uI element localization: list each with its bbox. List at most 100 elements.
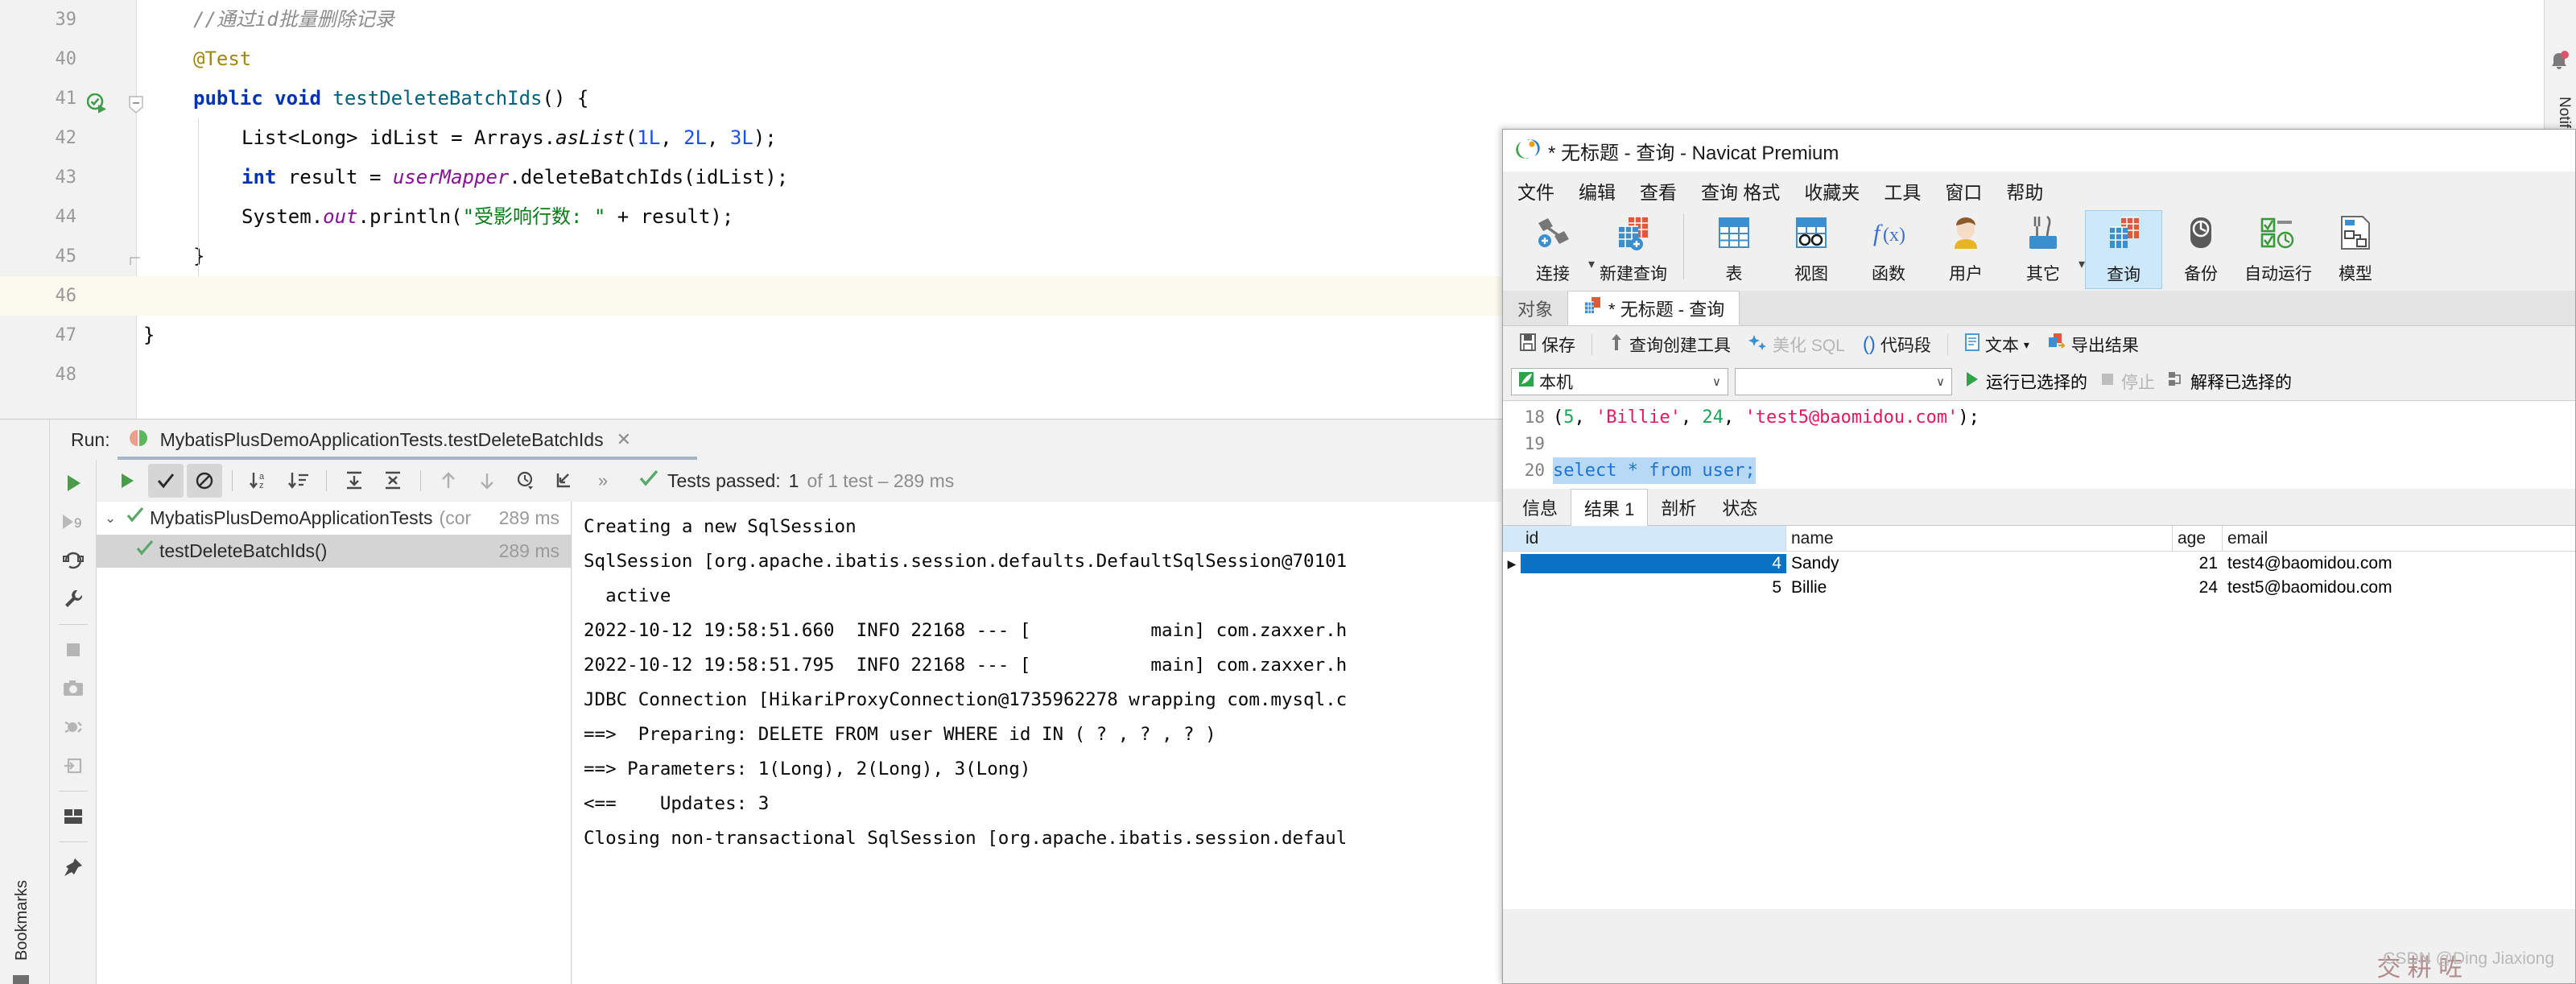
toolbar-query-button[interactable]: 查询 — [2085, 210, 2163, 289]
toolbar-backup-button[interactable]: 备份 — [2162, 210, 2240, 289]
collapse-all-button[interactable] — [375, 464, 411, 498]
run-tab-title[interactable]: MybatisPlusDemoApplicationTests.testDele… — [160, 429, 604, 451]
show-ignored-toggle[interactable] — [187, 464, 222, 498]
chevron-down-icon[interactable]: ⌄ — [105, 511, 126, 527]
sort-alphabetically-button[interactable]: az — [242, 464, 278, 498]
snippet-button[interactable]: () 代码段 — [1856, 333, 1938, 357]
export-results-button[interactable]: 导出结果 — [2041, 333, 2145, 357]
stop-icon[interactable] — [55, 631, 92, 668]
sql-editor[interactable]: 18 (5, 'Billie', 24, 'test5@baomidou.com… — [1503, 400, 2575, 489]
test-tree-row-suite[interactable]: ⌄ MybatisPlusDemoApplicationTests (cor 2… — [97, 502, 571, 535]
toolbar-automation-button[interactable]: 自动运行 — [2240, 210, 2317, 289]
cell-email[interactable]: test5@baomidou.com — [2223, 578, 2574, 597]
layout-icon[interactable] — [55, 798, 92, 835]
sort-by-duration-button[interactable] — [281, 464, 316, 498]
menu-item-file[interactable]: 文件 — [1517, 177, 1554, 205]
more-options-button[interactable]: » — [585, 464, 621, 498]
export-results-button[interactable] — [547, 464, 582, 498]
run-test-gutter-icon[interactable] — [86, 89, 108, 114]
tab-objects[interactable]: 对象 — [1503, 291, 1567, 325]
history-button[interactable] — [508, 464, 543, 498]
menu-item-query-format[interactable]: 查询 格式 — [1701, 177, 1780, 205]
column-header-name[interactable]: name — [1786, 526, 2173, 551]
rerun-auto-icon[interactable] — [55, 542, 92, 579]
show-passed-toggle[interactable] — [148, 464, 184, 498]
cell-name[interactable]: Sandy — [1786, 554, 2173, 573]
menu-item-window[interactable]: 窗口 — [1945, 177, 1982, 205]
column-header-age[interactable]: age — [2173, 526, 2223, 551]
toolbar-table-button[interactable]: 表 — [1695, 210, 1773, 289]
bell-icon[interactable] — [2549, 50, 2570, 78]
navicat-tab-row[interactable]: 对象 * 无标题 - 查询 — [1503, 291, 2575, 326]
cell-id[interactable]: 4 — [1521, 554, 1786, 573]
column-header-id[interactable]: id — [1521, 526, 1786, 551]
navicat-result-tabs[interactable]: 信息 结果 1 剖析 状态 — [1503, 489, 2575, 526]
toolbar-model-button[interactable]: 模型 — [2317, 210, 2394, 289]
test-tree-row-case[interactable]: testDeleteBatchIds() 289 ms — [97, 535, 571, 568]
tab-untitled-query[interactable]: * 无标题 - 查询 — [1567, 291, 1740, 325]
menu-item-tools[interactable]: 工具 — [1884, 177, 1921, 205]
navicat-menu-bar[interactable]: 文件 编辑 查看 查询 格式 收藏夹 工具 窗口 帮助 — [1503, 172, 2575, 210]
result-grid[interactable]: id name age email ▶ 4 Sandy 21 test4@bao… — [1503, 526, 2575, 598]
table-row[interactable]: ▶ 4 Sandy 21 test4@baomidou.com — [1503, 552, 2575, 576]
tests-passed-count: 1 — [788, 469, 799, 491]
toolbar-other-button[interactable]: 其它 — [2004, 210, 2082, 289]
toolbar-connection-button[interactable]: 连接 — [1514, 210, 1591, 289]
cell-email[interactable]: test4@baomidou.com — [2223, 554, 2574, 573]
toolbar-new-query-button[interactable]: 新建查询 — [1595, 210, 1672, 289]
toolbar-user-button[interactable]: 用户 — [1927, 210, 2004, 289]
connection-select[interactable]: 本机 ∨ — [1511, 368, 1728, 395]
settings-wrench-icon[interactable] — [55, 581, 92, 618]
beautify-sql-button[interactable]: 美化 SQL — [1742, 333, 1852, 357]
chevron-down-icon[interactable]: ∨ — [1936, 374, 1945, 389]
chevron-down-icon[interactable]: ▾ — [2024, 338, 2029, 352]
toolbar-view-button[interactable]: 视图 — [1773, 210, 1850, 289]
close-icon[interactable]: ✕ — [617, 429, 631, 450]
test-results-tree[interactable]: ⌄ MybatisPlusDemoApplicationTests (cor 2… — [97, 502, 572, 984]
chevron-down-icon[interactable]: ▾ — [2079, 256, 2085, 272]
import-icon[interactable] — [55, 747, 92, 784]
run-selected-button[interactable]: 运行已选择的 — [1965, 370, 2087, 394]
console-output[interactable]: Creating a new SqlSession SqlSession [or… — [572, 502, 1501, 984]
chevron-down-icon[interactable]: ▾ — [1588, 256, 1595, 272]
pin-icon[interactable] — [55, 849, 92, 886]
menu-item-help[interactable]: 帮助 — [2006, 177, 2043, 205]
screenshot-icon[interactable] — [55, 670, 92, 707]
database-select[interactable]: ∨ — [1735, 368, 1952, 395]
tab-status[interactable]: 状态 — [1709, 489, 1770, 525]
debug-icon[interactable] — [55, 709, 92, 746]
navicat-main-toolbar[interactable]: 连接 ▾ 新建查询 表 视图 f (x) 函数 用户 其它 ▾ 查询 备份 自动… — [1503, 210, 2575, 291]
bookmarks-icon[interactable] — [13, 975, 29, 984]
navicat-title-bar[interactable]: * 无标题 - 查询 - Navicat Premium — [1503, 130, 2575, 172]
menu-item-favorites[interactable]: 收藏夹 — [1804, 177, 1860, 205]
tab-message[interactable]: 信息 — [1509, 489, 1571, 525]
menu-item-edit[interactable]: 编辑 — [1579, 177, 1616, 205]
navicat-connection-row[interactable]: 本机 ∨ ∨ 运行已选择的 停止 解释已选择的 — [1503, 363, 2575, 400]
menu-item-view[interactable]: 查看 — [1640, 177, 1677, 205]
tab-result-1[interactable]: 结果 1 — [1571, 489, 1649, 526]
cell-name[interactable]: Billie — [1786, 578, 2173, 597]
cell-age[interactable]: 24 — [2173, 578, 2223, 597]
run-label: Run: — [71, 428, 110, 450]
save-button[interactable]: 保存 — [1513, 333, 1582, 357]
column-header-email[interactable]: email — [2223, 526, 2574, 551]
rerun-failed-icon[interactable]: 9 — [55, 503, 92, 540]
tab-profile[interactable]: 剖析 — [1648, 489, 1709, 525]
next-failed-button[interactable] — [469, 464, 505, 498]
navicat-window[interactable]: * 无标题 - 查询 - Navicat Premium 文件 编辑 查看 查询… — [1502, 129, 2576, 984]
run-icon[interactable] — [55, 465, 92, 502]
cell-age[interactable]: 21 — [2173, 554, 2223, 573]
navicat-query-toolbar[interactable]: 保存 查询创建工具 美化 SQL () 代码段 文本 ▾ 导出结果 — [1503, 326, 2575, 363]
notifications-label[interactable]: Notifi — [2555, 97, 2573, 131]
previous-failed-button[interactable] — [431, 464, 466, 498]
expand-all-button[interactable] — [336, 464, 372, 498]
toolbar-function-button[interactable]: f (x) 函数 — [1850, 210, 1927, 289]
chevron-down-icon[interactable]: ∨ — [1712, 374, 1721, 389]
rerun-button[interactable] — [109, 464, 145, 498]
query-builder-button[interactable]: 查询创建工具 — [1602, 333, 1737, 357]
table-row[interactable]: 5 Billie 24 test5@baomidou.com — [1503, 576, 2575, 600]
sidebar-item-bookmarks[interactable]: Bookmarks — [13, 880, 31, 961]
explain-selected-button[interactable]: 解释已选择的 — [2168, 370, 2292, 394]
text-view-button[interactable]: 文本 ▾ — [1958, 333, 2036, 357]
cell-id[interactable]: 5 — [1521, 578, 1786, 597]
